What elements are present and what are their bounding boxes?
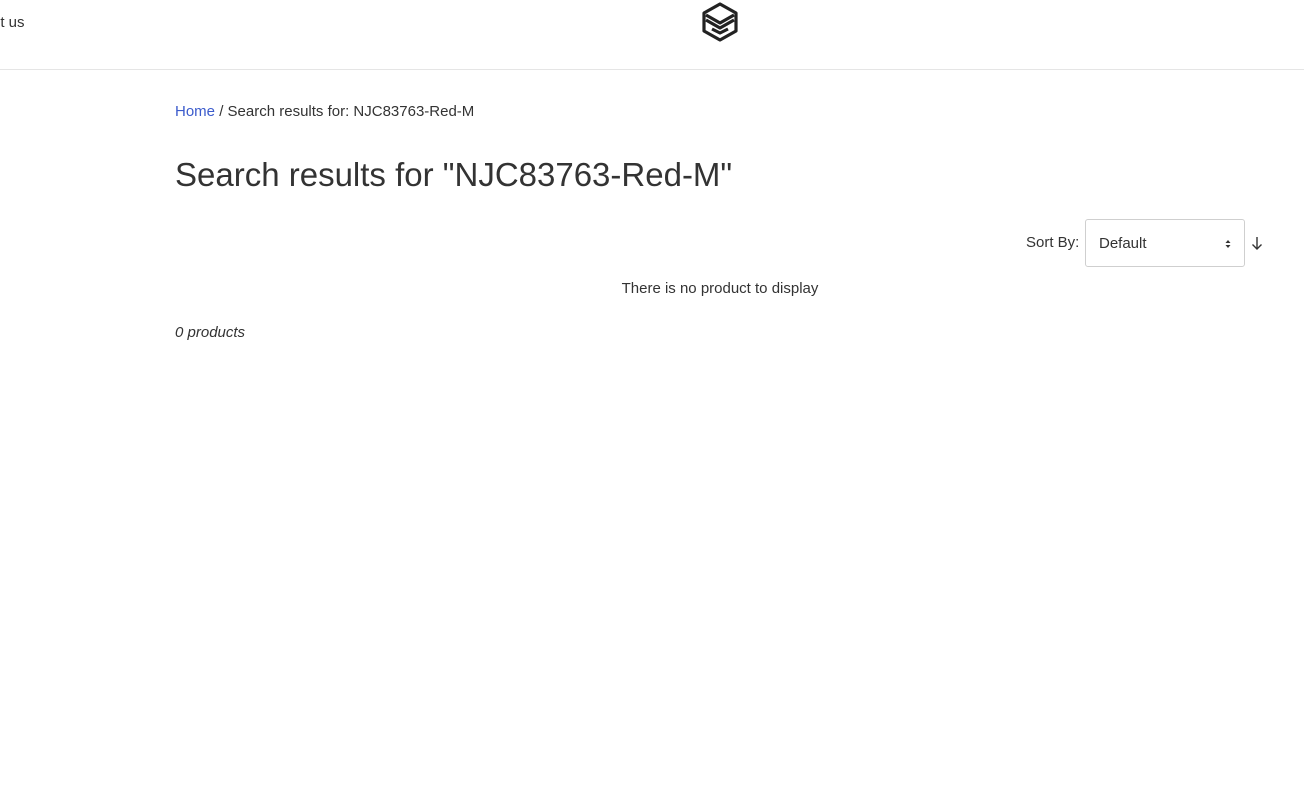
breadcrumb-current: Search results for: NJC83763-Red-M [227, 103, 475, 120]
select-caret-icon [1225, 240, 1231, 248]
breadcrumb-home-link[interactable]: Home [175, 103, 215, 120]
site-header: ut us [0, 0, 1304, 70]
arrow-down-icon[interactable] [1250, 234, 1264, 252]
product-count: 0 products [175, 324, 246, 341]
sort-by-label: Sort By: [1026, 234, 1080, 251]
layered-stack-logo-icon[interactable] [701, 2, 739, 42]
breadcrumb-separator: / [219, 103, 224, 120]
breadcrumb: Home / Search results for: NJC83763-Red-… [175, 102, 474, 122]
sort-select[interactable]: Default [1085, 219, 1245, 267]
sort-select-value: Default [1099, 235, 1147, 252]
empty-results-message: There is no product to display [621, 280, 819, 297]
nav-link-about-us[interactable]: ut us [0, 13, 25, 33]
page-title: Search results for "NJC83763-Red-M" [175, 156, 733, 193]
